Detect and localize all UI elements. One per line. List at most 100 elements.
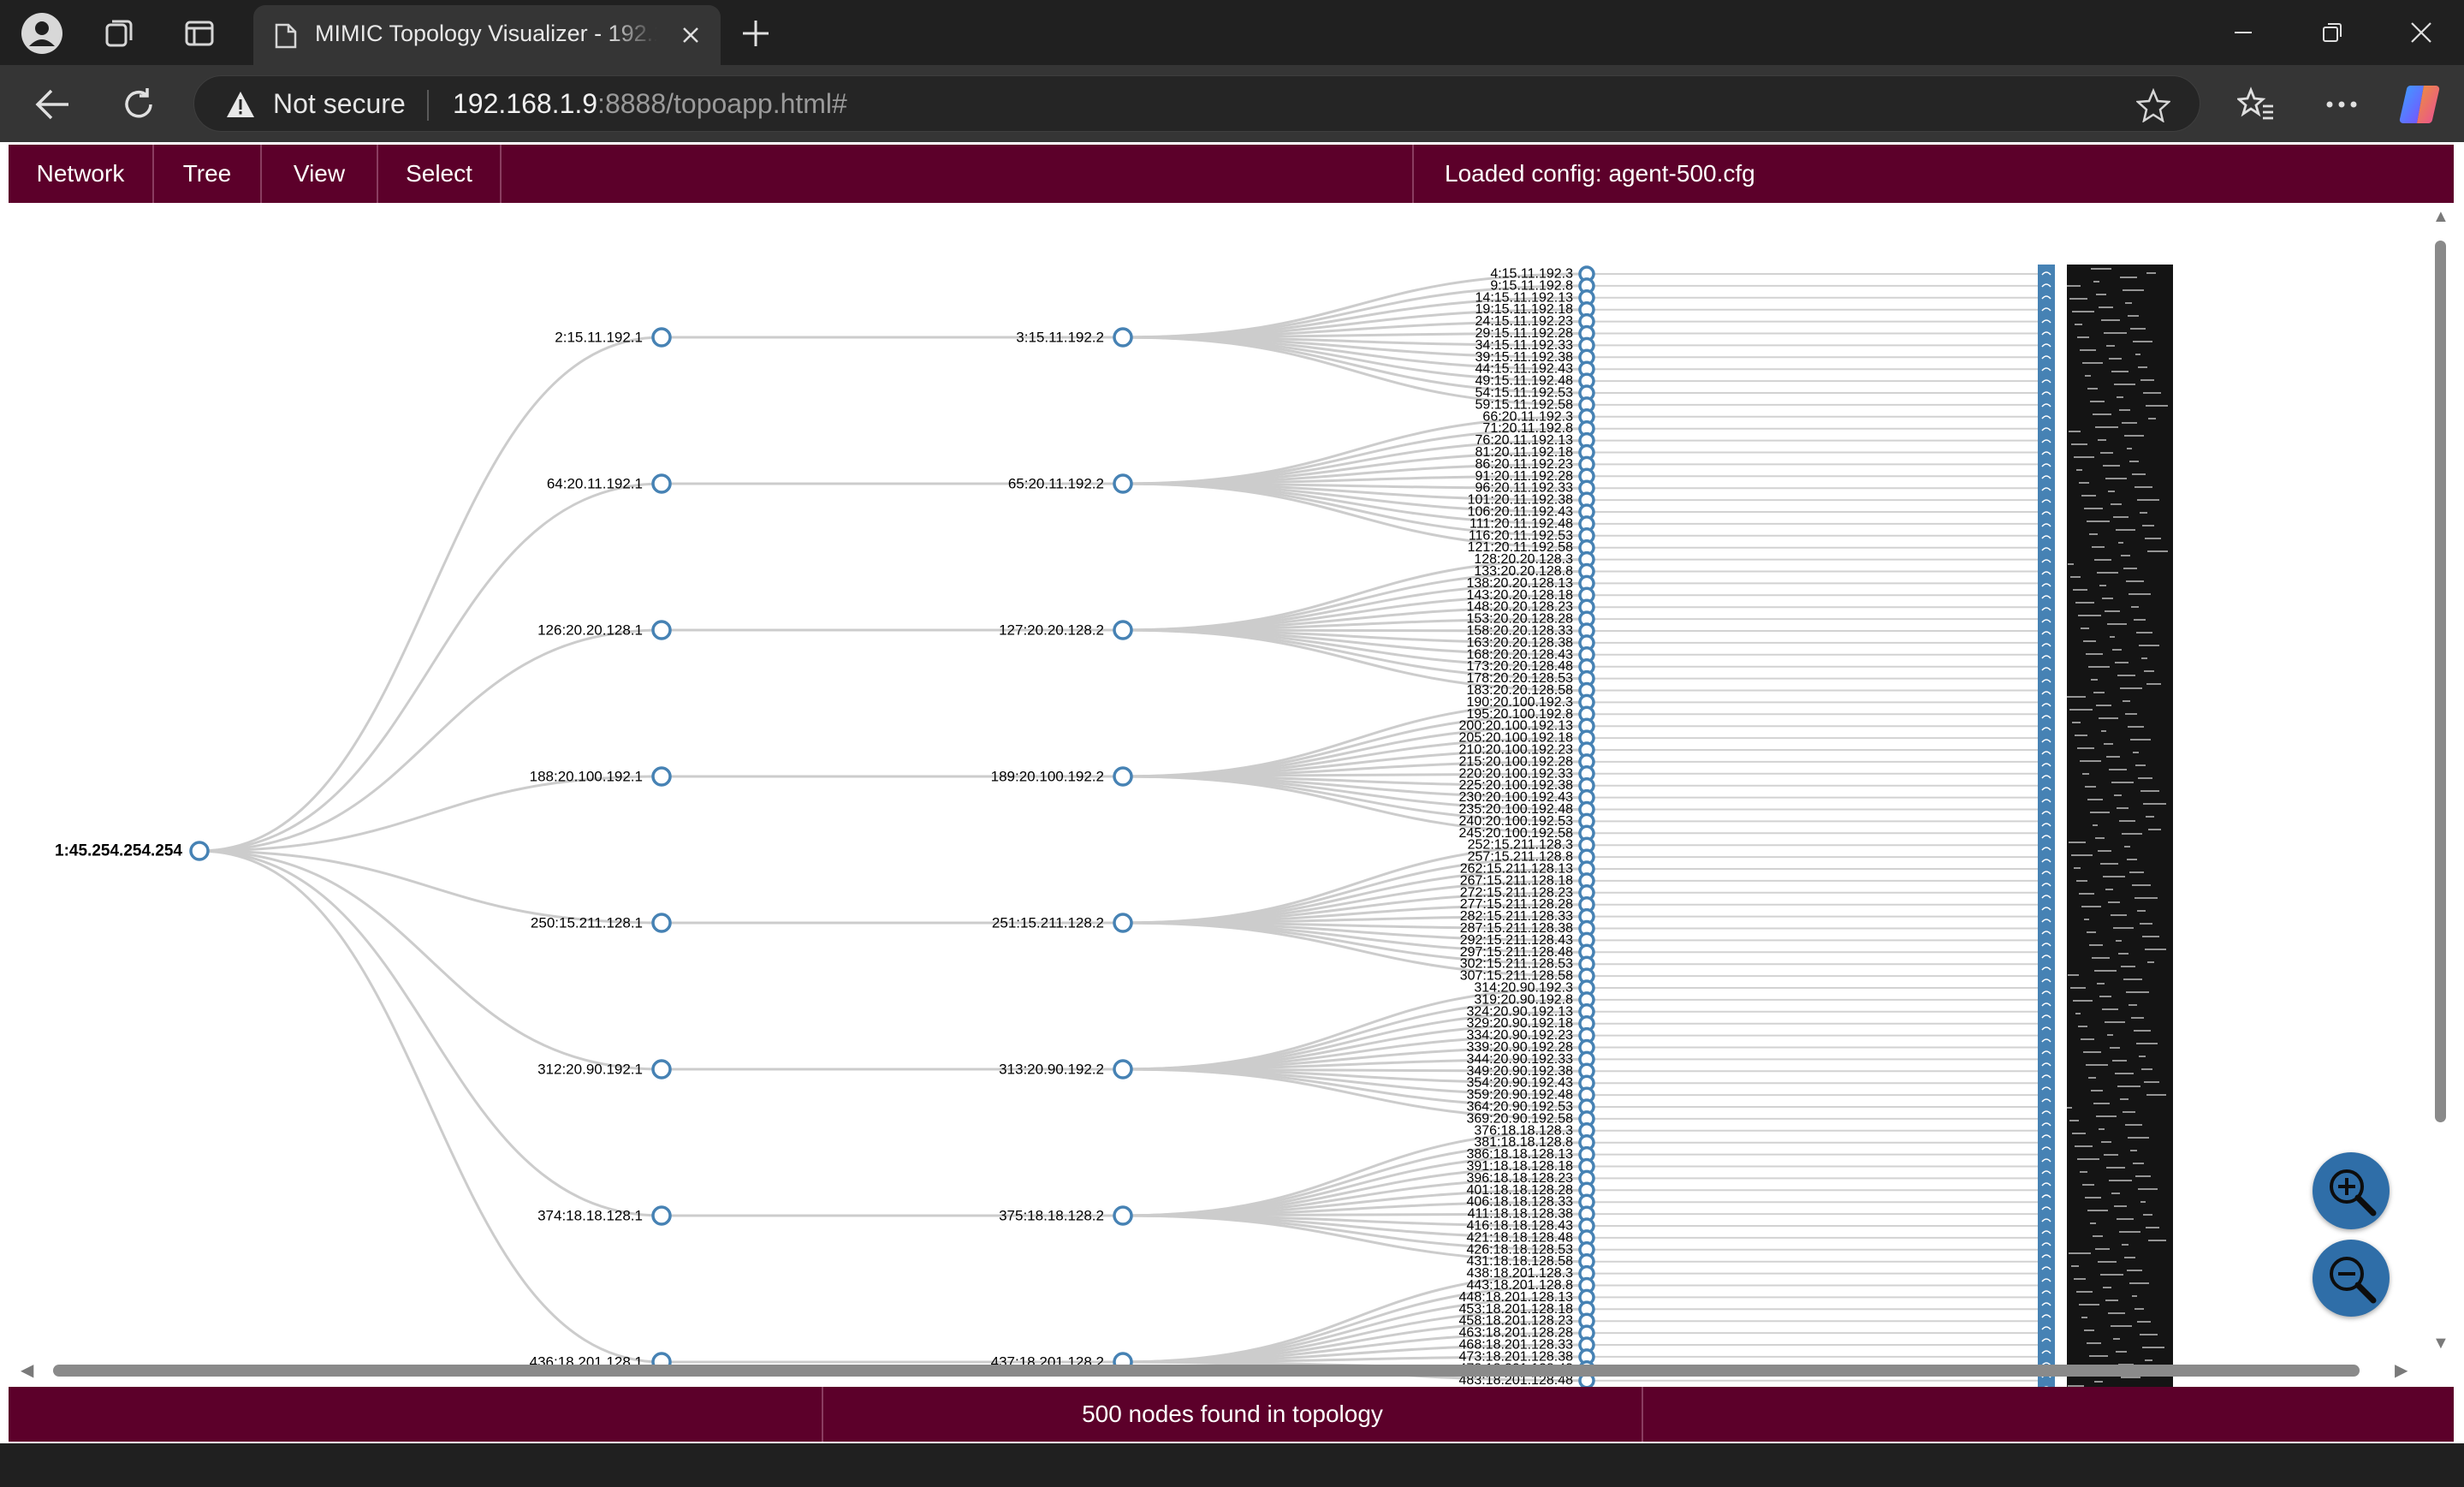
label-overlap-texture [2134,486,2152,488]
scroll-down-icon[interactable]: ▼ [2432,1335,2449,1352]
label-overlap-texture [2098,1261,2117,1263]
url-text[interactable]: 192.168.1.9:8888/topoapp.html# [453,88,847,120]
copilot-icon[interactable] [2396,80,2444,128]
label-overlap-texture [2093,692,2105,693]
restore-icon[interactable] [2302,9,2362,57]
label-overlap-texture [2114,1205,2127,1207]
label-overlap-texture [2114,794,2122,796]
agent-node-column[interactable] [2038,265,2055,1424]
router-node[interactable] [651,473,672,494]
menu-select[interactable]: Select [378,145,502,203]
minimize-icon[interactable] [2213,9,2273,57]
label-overlap-texture [2117,675,2135,676]
zoom-in-button[interactable] [2313,1152,2390,1229]
label-overlap-texture [2087,1342,2101,1344]
label-overlap-texture [2124,846,2130,848]
back-icon[interactable] [29,80,77,128]
gateway-node[interactable] [1113,913,1133,933]
gateway-node[interactable] [1113,327,1133,348]
profile-icon[interactable] [21,12,63,55]
security-label[interactable]: Not secure [273,88,406,120]
label-overlap-texture [2111,782,2134,783]
label-overlap-texture [2132,884,2151,886]
router-node[interactable] [651,327,672,348]
label-overlap-texture [2093,281,2099,283]
label-overlap-texture [2118,953,2129,955]
label-overlap-texture [2145,538,2161,539]
topology-tree[interactable]: 1:45.254.254.254 2:15.11.192.1 3:15.11.192… [9,203,2414,1487]
label-overlap-texture [2146,1094,2166,1096]
refresh-icon[interactable] [115,80,163,128]
browser-tab[interactable]: MIMIC Topology Visualizer - 192.168.1.9 [253,5,721,65]
gateway-label: 375:18.18.128.2 [999,1208,1104,1224]
label-overlap-texture [2078,1026,2087,1027]
label-overlap-texture [2090,812,2110,813]
label-overlap-texture [2147,550,2168,552]
favorites-icon[interactable] [2232,80,2280,128]
horizontal-scroll-thumb[interactable] [53,1365,2360,1377]
router-node[interactable] [651,1059,672,1080]
label-overlap-texture [2072,722,2081,723]
new-tab-button[interactable] [734,12,777,55]
label-overlap-texture [2115,662,2129,663]
root-link [199,849,662,925]
zoom-out-button[interactable] [2313,1240,2390,1317]
workspaces-icon[interactable] [98,12,140,55]
vertical-scrollbar[interactable]: ▲ ▼ [2427,205,2454,1369]
vertical-scroll-thumb[interactable] [2435,241,2446,1122]
label-overlap-texture [2140,379,2154,381]
close-tab-icon[interactable] [674,19,707,51]
label-overlap-texture [2130,328,2146,330]
url-host: 192.168.1.9 [453,88,598,119]
label-overlap-texture [2109,769,2127,770]
label-overlap-texture [2122,422,2137,424]
label-overlap-texture [2095,1248,2110,1250]
menu-tree[interactable]: Tree [154,145,262,203]
label-overlap-texture [2085,1197,2101,1199]
root-node[interactable] [189,841,210,861]
label-overlap-texture [2128,315,2139,317]
tab-actions-icon[interactable] [178,12,221,55]
scroll-right-icon[interactable]: ▶ [2395,1362,2408,1379]
label-overlap-texture [2090,1222,2096,1224]
favorite-star-icon[interactable] [2134,87,2172,123]
menu-network[interactable]: Network [9,145,154,203]
close-window-icon[interactable] [2391,9,2451,57]
router-node[interactable] [651,620,672,640]
warning-icon[interactable] [225,90,256,119]
label-overlap-texture [2084,1329,2094,1331]
menu-view[interactable]: View [262,145,378,203]
label-overlap-texture [2142,525,2154,526]
more-menu-icon[interactable] [2318,80,2366,128]
label-overlap-texture [2103,876,2125,877]
label-overlap-texture [2128,1137,2149,1139]
label-overlap-texture [2072,1133,2086,1134]
label-overlap-texture [2073,1000,2093,1002]
label-overlap-texture [2084,919,2089,920]
label-overlap-texture [2111,371,2129,372]
gateway-node[interactable] [1113,1059,1133,1080]
gateway-node[interactable] [1113,620,1133,640]
config-status: Loaded config: agent-500.cfg [1412,145,2454,203]
scroll-up-icon[interactable]: ▲ [2432,208,2449,225]
label-overlap-texture [2105,1021,2125,1023]
label-overlap-texture [2113,927,2134,929]
router-node[interactable] [651,1205,672,1226]
router-label: 2:15.11.192.1 [555,330,643,346]
label-overlap-texture [2091,268,2111,270]
label-overlap-texture [2092,546,2105,548]
label-overlap-texture [2146,272,2156,274]
label-overlap-texture [2120,277,2137,278]
gateway-node[interactable] [1113,1205,1133,1226]
router-node[interactable] [651,913,672,933]
address-bar[interactable]: Not secure 192.168.1.9:8888/topoapp.html… [193,75,2200,132]
label-overlap-texture [2082,773,2089,775]
gateway-node[interactable] [1113,473,1133,494]
scroll-left-icon[interactable]: ◀ [21,1362,33,1379]
gateway-node[interactable] [1113,766,1133,787]
horizontal-scrollbar[interactable]: ◀ ▶ [9,1356,2427,1385]
label-overlap-texture [2075,324,2082,325]
label-overlap-texture [2081,1038,2094,1040]
router-node[interactable] [651,766,672,787]
label-overlap-texture [2102,598,2113,599]
